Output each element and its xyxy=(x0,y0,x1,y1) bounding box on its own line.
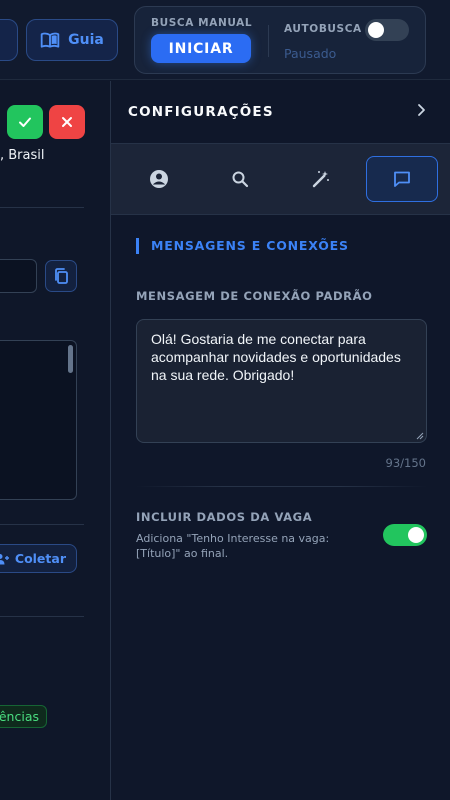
approve-button[interactable] xyxy=(7,105,43,139)
collect-label: Coletar xyxy=(14,551,66,566)
autosearch-toggle[interactable] xyxy=(365,19,409,41)
copy-icon xyxy=(53,267,69,285)
autosearch-status: Pausado xyxy=(284,46,337,61)
tab-search[interactable] xyxy=(204,156,276,202)
divider xyxy=(0,207,84,208)
vertical-divider xyxy=(268,25,269,57)
top-bar: Guia BUSCA MANUAL INICIAR AUTOBUSCA Paus… xyxy=(0,0,450,80)
settings-title: CONFIGURAÇÕES xyxy=(128,104,274,120)
divider xyxy=(0,616,84,617)
default-message-textarea[interactable]: Olá! Gostaria de me conectar para acompa… xyxy=(136,319,427,443)
section-divider xyxy=(136,486,427,487)
left-panel: , Brasil Coletar ências xyxy=(0,81,110,800)
tab-messages[interactable] xyxy=(366,156,438,202)
notes-textarea[interactable] xyxy=(0,340,77,500)
skills-badge: ências xyxy=(0,705,47,728)
search-icon xyxy=(231,170,249,188)
person-icon xyxy=(0,553,9,565)
scrollbar[interactable] xyxy=(68,345,73,373)
include-job-description: Adiciona "Tenho Interesse na vaga: [Títu… xyxy=(136,532,330,560)
toggle-knob xyxy=(368,22,384,38)
check-icon xyxy=(17,114,33,130)
guide-button[interactable]: Guia xyxy=(26,19,118,61)
tab-automation[interactable] xyxy=(285,156,357,202)
close-icon xyxy=(60,115,74,129)
reject-button[interactable] xyxy=(49,105,85,139)
tab-profile[interactable] xyxy=(123,156,195,202)
default-message-label: MENSAGEM DE CONEXÃO PADRÃO xyxy=(136,289,373,303)
copy-button[interactable] xyxy=(45,260,77,292)
start-button[interactable]: INICIAR xyxy=(151,34,251,63)
guide-label: Guia xyxy=(68,32,104,48)
default-message-text: Olá! Gostaria de me conectar para acompa… xyxy=(151,331,401,383)
chat-bubble-icon xyxy=(392,169,412,189)
magic-wand-icon xyxy=(311,169,331,189)
manual-search-label: BUSCA MANUAL xyxy=(151,17,253,29)
divider xyxy=(0,524,84,525)
settings-tabs xyxy=(111,143,450,215)
settings-header: CONFIGURAÇÕES xyxy=(111,81,450,143)
account-circle-icon xyxy=(149,169,169,189)
autosearch-label: AUTOBUSCA xyxy=(284,23,362,35)
location-text: , Brasil xyxy=(0,148,45,163)
section-title: MENSAGENS E CONEXÕES xyxy=(136,238,349,254)
search-control-panel: BUSCA MANUAL INICIAR AUTOBUSCA Pausado xyxy=(134,6,426,74)
profile-url-input[interactable] xyxy=(0,259,37,293)
settings-panel: CONFIGURAÇÕES MENSAGENS E CONEXÕES MENSA… xyxy=(110,81,450,800)
include-job-label: INCLUIR DADOS DA VAGA xyxy=(136,510,313,524)
char-counter: 93/150 xyxy=(385,456,426,470)
toggle-knob xyxy=(408,527,424,543)
book-icon xyxy=(40,31,60,49)
collect-button[interactable]: Coletar xyxy=(0,544,77,573)
resize-handle-icon[interactable] xyxy=(416,432,424,440)
menu-button[interactable] xyxy=(0,19,18,61)
include-job-toggle[interactable] xyxy=(383,524,427,546)
chevron-right-icon[interactable] xyxy=(415,103,427,117)
